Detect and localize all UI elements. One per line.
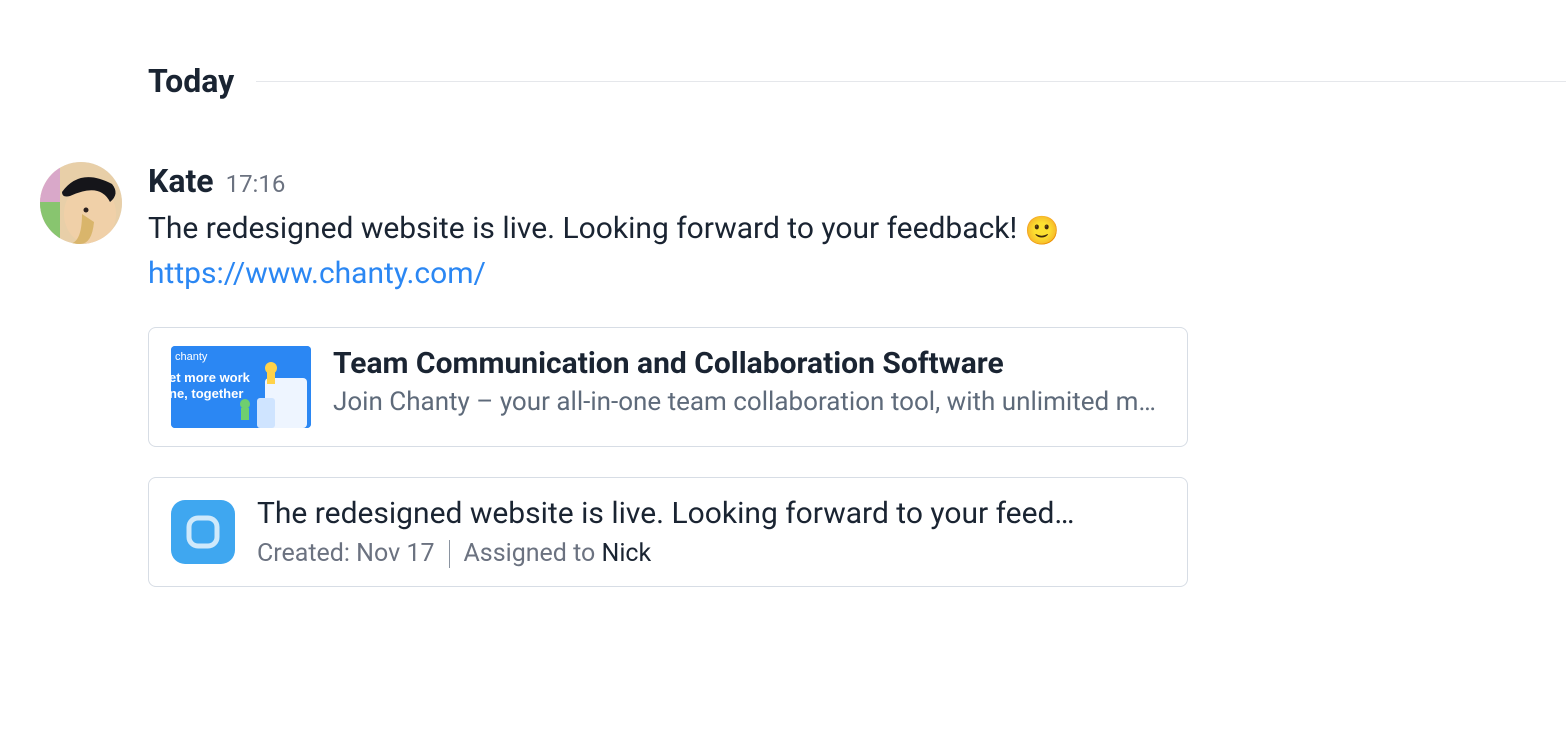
- message: Kate 17:16 The redesigned website is liv…: [0, 162, 1566, 587]
- task-body: The redesigned website is live. Looking …: [257, 496, 1165, 568]
- link-preview-title: Team Communication and Collaboration Sof…: [333, 346, 1165, 381]
- link-preview-thumbnail: chanty et more work ne, together: [171, 346, 311, 428]
- author-name[interactable]: Kate: [148, 162, 214, 200]
- message-content: Kate 17:16 The redesigned website is liv…: [148, 162, 1526, 587]
- thumb-tagline-2: ne, together: [171, 386, 243, 401]
- smile-emoji: 🙂: [1025, 214, 1060, 247]
- link-preview-card[interactable]: chanty et more work ne, together Team Co…: [148, 327, 1188, 447]
- task-created: Created: Nov 17: [257, 539, 435, 568]
- task-card[interactable]: The redesigned website is live. Looking …: [148, 477, 1188, 587]
- divider-line: [256, 81, 1566, 82]
- task-status-icon: [171, 500, 235, 564]
- task-meta: Created: Nov 17 Assigned to Nick: [257, 539, 1165, 568]
- message-link[interactable]: https://www.chanty.com/: [148, 256, 486, 291]
- thumb-tagline-1: et more work: [171, 370, 251, 385]
- avatar[interactable]: [40, 162, 122, 244]
- link-preview-description: Join Chanty – your all-in-one team colla…: [333, 387, 1165, 417]
- date-divider: Today: [0, 62, 1566, 100]
- message-body: The redesigned website is live. Looking …: [148, 211, 1025, 246]
- link-preview-body: Team Communication and Collaboration Sof…: [333, 346, 1165, 417]
- meta-separator: [449, 540, 450, 568]
- task-assigned: Assigned to Nick: [464, 539, 652, 568]
- date-divider-label: Today: [0, 62, 256, 100]
- avatar-image: [40, 162, 122, 244]
- message-text: The redesigned website is live. Looking …: [148, 206, 1526, 252]
- task-title: The redesigned website is live. Looking …: [257, 496, 1165, 531]
- message-time: 17:16: [226, 170, 286, 198]
- assignee-name: Nick: [602, 539, 652, 568]
- message-header: Kate 17:16: [148, 162, 1526, 200]
- thumb-brand: chanty: [175, 351, 208, 363]
